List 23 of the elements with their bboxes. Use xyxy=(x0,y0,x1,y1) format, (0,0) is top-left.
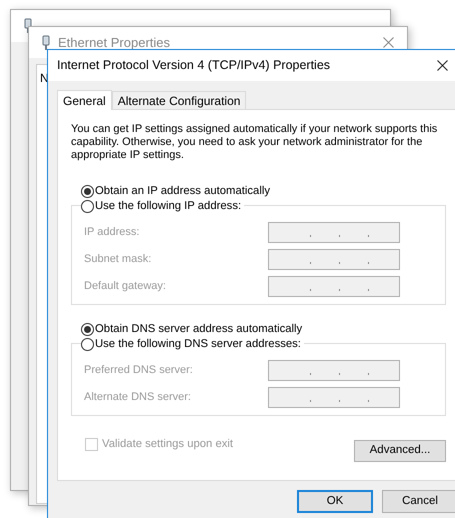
advanced-button[interactable]: Advanced... xyxy=(354,440,446,462)
close-icon[interactable] xyxy=(437,60,448,71)
radio-button[interactable] xyxy=(81,200,94,213)
tab[interactable]: General xyxy=(57,90,112,110)
dialog-button[interactable]: OK xyxy=(297,490,373,513)
field-label: IP address: xyxy=(84,225,140,240)
dialog-title: Internet Protocol Version 4 (TCP/IPv4) Properties xyxy=(57,57,330,74)
radio-label[interactable]: Use the following DNS server addresses: xyxy=(95,336,301,353)
radio-label[interactable]: Obtain an IP address automatically xyxy=(95,182,270,200)
window-title: Ethernet Properties xyxy=(58,34,170,52)
field-label: Subnet mask: xyxy=(84,252,152,268)
radio-button[interactable] xyxy=(81,322,94,336)
field-label: Alternate DNS server: xyxy=(84,390,192,406)
field-label: Default gateway: xyxy=(84,279,167,294)
description-text: You can get IP settings assigned automatically if your network supports this capability. Otherwise, you need to ask your network administrator for the appropriate IP settings. xyxy=(71,123,438,162)
network-cable-icon xyxy=(42,34,50,50)
dialog-button[interactable]: Cancel xyxy=(382,490,455,513)
field-label: Preferred DNS server: xyxy=(84,363,194,378)
radio-button[interactable] xyxy=(81,184,94,198)
radio-label[interactable]: Use the following IP address: xyxy=(95,198,242,215)
tab[interactable]: Alternate Configuration xyxy=(112,91,246,109)
radio-button[interactable] xyxy=(81,338,94,351)
radio-label[interactable]: Obtain DNS server address automatically xyxy=(95,320,302,338)
